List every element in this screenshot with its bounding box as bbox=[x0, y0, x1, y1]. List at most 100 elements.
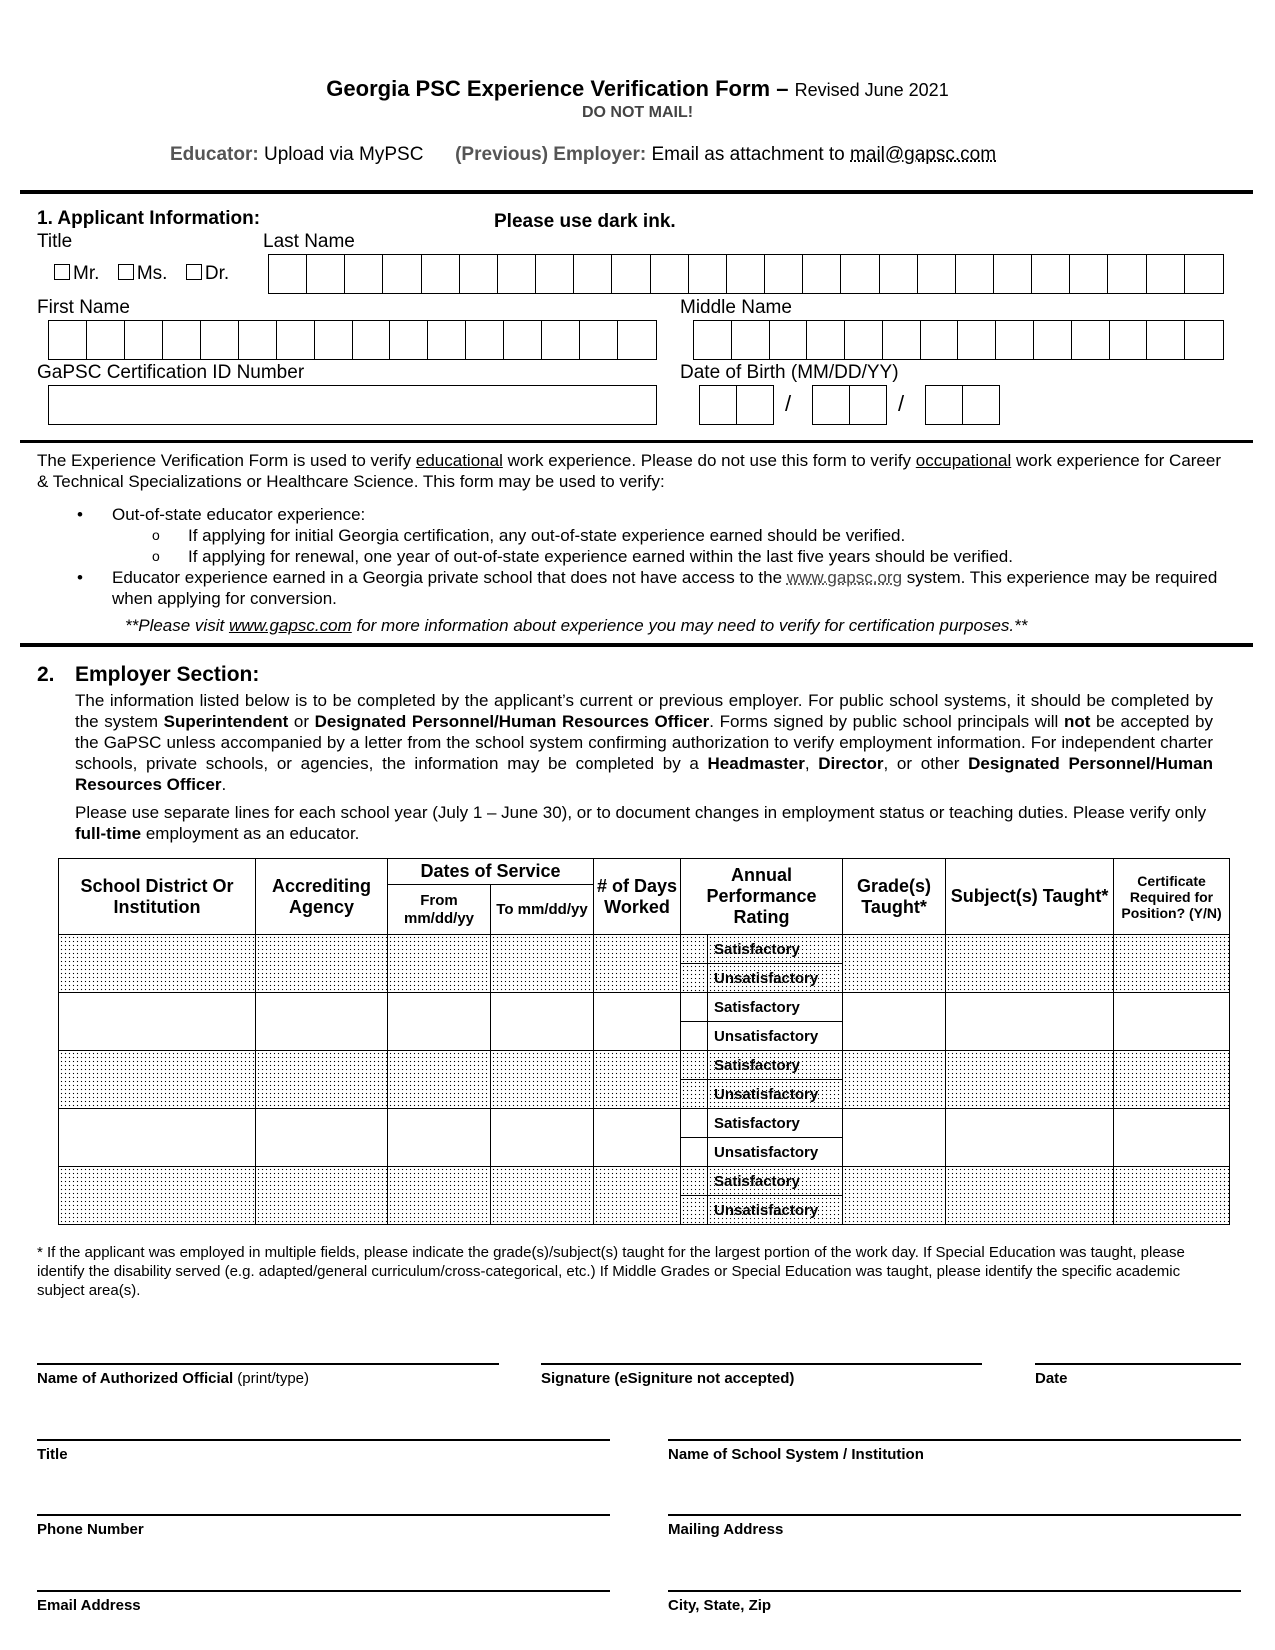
char-box[interactable] bbox=[87, 321, 125, 359]
char-box[interactable] bbox=[1147, 255, 1185, 293]
gapsc-com-link[interactable]: www.gapsc.com bbox=[229, 616, 352, 635]
grades-cell[interactable] bbox=[842, 1108, 947, 1167]
char-box[interactable] bbox=[536, 255, 575, 293]
cert-required-cell[interactable] bbox=[1113, 1050, 1231, 1109]
char-box[interactable] bbox=[618, 321, 656, 359]
char-box[interactable] bbox=[918, 255, 956, 293]
signature-line[interactable] bbox=[541, 1363, 982, 1365]
char-box[interactable] bbox=[163, 321, 201, 359]
char-box[interactable] bbox=[201, 321, 239, 359]
agency-cell[interactable] bbox=[255, 1166, 388, 1225]
satisfactory-label[interactable]: Satisfactory bbox=[707, 992, 844, 1022]
char-box[interactable] bbox=[689, 255, 727, 293]
satisfactory-label[interactable]: Satisfactory bbox=[707, 1166, 844, 1196]
satisfactory-checkbox[interactable] bbox=[680, 1050, 709, 1080]
days-cell[interactable] bbox=[593, 1108, 682, 1167]
email-link[interactable]: mail@gapsc.com bbox=[850, 144, 996, 165]
district-cell[interactable] bbox=[58, 992, 256, 1051]
unsatisfactory-checkbox[interactable] bbox=[680, 1079, 709, 1109]
char-box[interactable] bbox=[845, 321, 883, 359]
mailing-line[interactable] bbox=[668, 1514, 1241, 1516]
char-box[interactable] bbox=[580, 321, 619, 359]
from-date-cell[interactable] bbox=[387, 934, 491, 993]
char-box[interactable] bbox=[1072, 321, 1110, 359]
satisfactory-checkbox[interactable] bbox=[680, 1108, 709, 1138]
title-option-mr[interactable]: Mr. bbox=[54, 263, 99, 284]
char-box[interactable] bbox=[277, 321, 315, 359]
days-cell[interactable] bbox=[593, 1050, 682, 1109]
dob-month-field[interactable] bbox=[699, 385, 774, 425]
satisfactory-label[interactable]: Satisfactory bbox=[707, 934, 844, 964]
char-box[interactable] bbox=[770, 321, 808, 359]
cert-required-cell[interactable] bbox=[1113, 992, 1231, 1051]
char-box[interactable] bbox=[1108, 255, 1147, 293]
phone-line[interactable] bbox=[37, 1514, 610, 1516]
char-box[interactable] bbox=[1034, 321, 1072, 359]
char-box[interactable] bbox=[49, 321, 87, 359]
char-box[interactable] bbox=[353, 321, 391, 359]
subjects-cell[interactable] bbox=[945, 1050, 1115, 1109]
unsatisfactory-label[interactable]: Unsatisfactory bbox=[707, 1195, 844, 1225]
char-box[interactable] bbox=[1110, 321, 1148, 359]
from-date-cell[interactable] bbox=[387, 1108, 491, 1167]
char-box[interactable] bbox=[807, 321, 846, 359]
middle-name-field[interactable] bbox=[693, 320, 1224, 360]
char-box[interactable] bbox=[1147, 321, 1186, 359]
days-cell[interactable] bbox=[593, 992, 682, 1051]
agency-cell[interactable] bbox=[255, 992, 388, 1051]
to-date-cell[interactable] bbox=[489, 934, 595, 993]
char-box[interactable] bbox=[383, 255, 422, 293]
char-box[interactable] bbox=[315, 321, 353, 359]
cert-id-field[interactable] bbox=[48, 385, 657, 425]
district-cell[interactable] bbox=[58, 1108, 256, 1167]
date-line[interactable] bbox=[1035, 1363, 1241, 1365]
char-box[interactable] bbox=[428, 321, 467, 359]
last-name-field[interactable] bbox=[268, 254, 1224, 294]
agency-cell[interactable] bbox=[255, 934, 388, 993]
grades-cell[interactable] bbox=[842, 992, 947, 1051]
char-box[interactable] bbox=[1185, 255, 1223, 293]
subjects-cell[interactable] bbox=[945, 934, 1115, 993]
institution-line[interactable] bbox=[668, 1439, 1241, 1441]
gapsc-org-link[interactable]: www.gapsc.org bbox=[787, 568, 902, 587]
satisfactory-label[interactable]: Satisfactory bbox=[707, 1108, 844, 1138]
char-box[interactable] bbox=[956, 255, 994, 293]
unsatisfactory-label[interactable]: Unsatisfactory bbox=[707, 1079, 844, 1109]
dob-day-field[interactable] bbox=[812, 385, 887, 425]
district-cell[interactable] bbox=[58, 1050, 256, 1109]
official-name-line[interactable] bbox=[37, 1363, 499, 1365]
satisfactory-checkbox[interactable] bbox=[680, 992, 709, 1022]
days-cell[interactable] bbox=[593, 934, 682, 993]
first-name-field[interactable] bbox=[48, 320, 657, 360]
char-box[interactable] bbox=[996, 321, 1035, 359]
title-line[interactable] bbox=[37, 1439, 610, 1441]
char-box[interactable] bbox=[651, 255, 689, 293]
char-box[interactable] bbox=[542, 321, 581, 359]
cert-required-cell[interactable] bbox=[1113, 934, 1231, 993]
char-box[interactable] bbox=[880, 255, 918, 293]
char-box[interactable] bbox=[574, 255, 613, 293]
days-cell[interactable] bbox=[593, 1166, 682, 1225]
satisfactory-checkbox[interactable] bbox=[680, 1166, 709, 1196]
grades-cell[interactable] bbox=[842, 1166, 947, 1225]
char-box[interactable] bbox=[841, 255, 880, 293]
subjects-cell[interactable] bbox=[945, 992, 1115, 1051]
from-date-cell[interactable] bbox=[387, 992, 491, 1051]
from-date-cell[interactable] bbox=[387, 1166, 491, 1225]
char-box[interactable] bbox=[803, 255, 842, 293]
subjects-cell[interactable] bbox=[945, 1166, 1115, 1225]
char-box[interactable] bbox=[765, 255, 804, 293]
cert-required-cell[interactable] bbox=[1113, 1108, 1231, 1167]
char-box[interactable] bbox=[239, 321, 277, 359]
char-box[interactable] bbox=[612, 255, 651, 293]
char-box[interactable] bbox=[958, 321, 997, 359]
char-box[interactable] bbox=[1185, 321, 1223, 359]
grades-cell[interactable] bbox=[842, 1050, 947, 1109]
char-box[interactable] bbox=[883, 321, 921, 359]
char-box[interactable] bbox=[1032, 255, 1071, 293]
to-date-cell[interactable] bbox=[489, 1050, 595, 1109]
grades-cell[interactable] bbox=[842, 934, 947, 993]
checkbox-icon[interactable] bbox=[54, 264, 70, 280]
char-box[interactable] bbox=[422, 255, 460, 293]
char-box[interactable] bbox=[994, 255, 1033, 293]
